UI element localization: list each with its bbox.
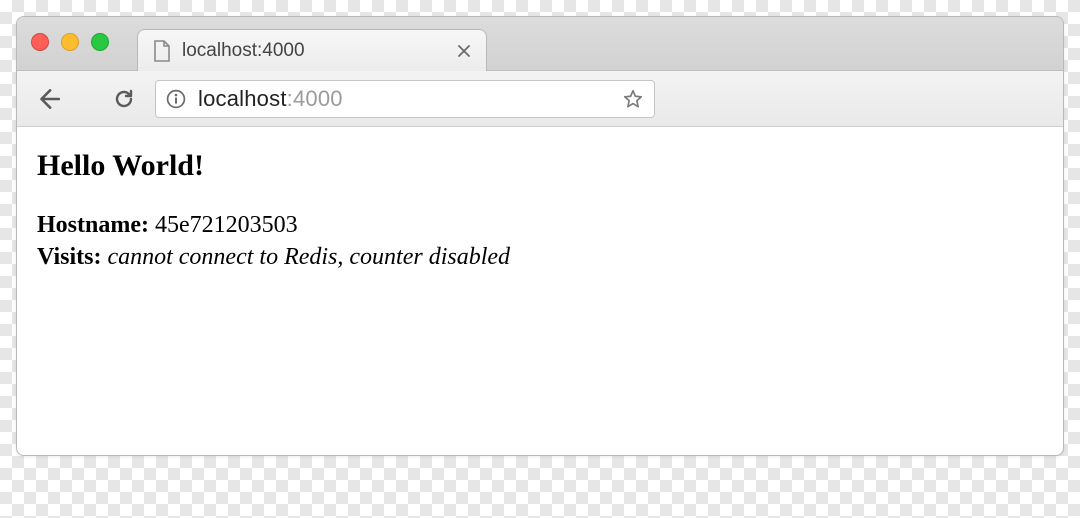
url-host: localhost xyxy=(198,86,287,111)
visits-label: Visits: xyxy=(37,244,107,270)
browser-tab[interactable]: localhost:4000 xyxy=(137,29,487,71)
tab-bar: localhost:4000 xyxy=(17,17,1063,71)
page-content: Hello World! Hostname: 45e721203503 Visi… xyxy=(17,127,1063,296)
hostname-row: Hostname: 45e721203503 xyxy=(37,209,1043,241)
close-window-button[interactable] xyxy=(31,33,49,51)
minimize-window-button[interactable] xyxy=(61,33,79,51)
visits-row: Visits: cannot connect to Redis, counter… xyxy=(37,241,1043,273)
visits-value: cannot connect to Redis, counter disable… xyxy=(107,244,510,270)
tab-title: localhost:4000 xyxy=(182,40,446,62)
url-port: :4000 xyxy=(287,86,343,111)
toolbar: localhost:4000 xyxy=(17,71,1063,127)
reload-button[interactable] xyxy=(109,84,139,114)
tab-strip-empty xyxy=(487,28,1063,70)
window-controls xyxy=(31,33,109,55)
page-heading: Hello World! xyxy=(37,149,1043,183)
close-tab-button[interactable] xyxy=(456,43,472,59)
back-button[interactable] xyxy=(33,84,63,114)
file-icon xyxy=(152,39,172,63)
bookmark-star-icon[interactable] xyxy=(622,88,644,110)
fullscreen-window-button[interactable] xyxy=(91,33,109,51)
site-info-icon[interactable] xyxy=(166,89,186,109)
browser-window: localhost:4000 xyxy=(16,16,1064,456)
url-text: localhost:4000 xyxy=(198,86,610,112)
hostname-label: Hostname: xyxy=(37,212,155,238)
address-bar[interactable]: localhost:4000 xyxy=(155,80,655,118)
hostname-value: 45e721203503 xyxy=(155,212,298,238)
